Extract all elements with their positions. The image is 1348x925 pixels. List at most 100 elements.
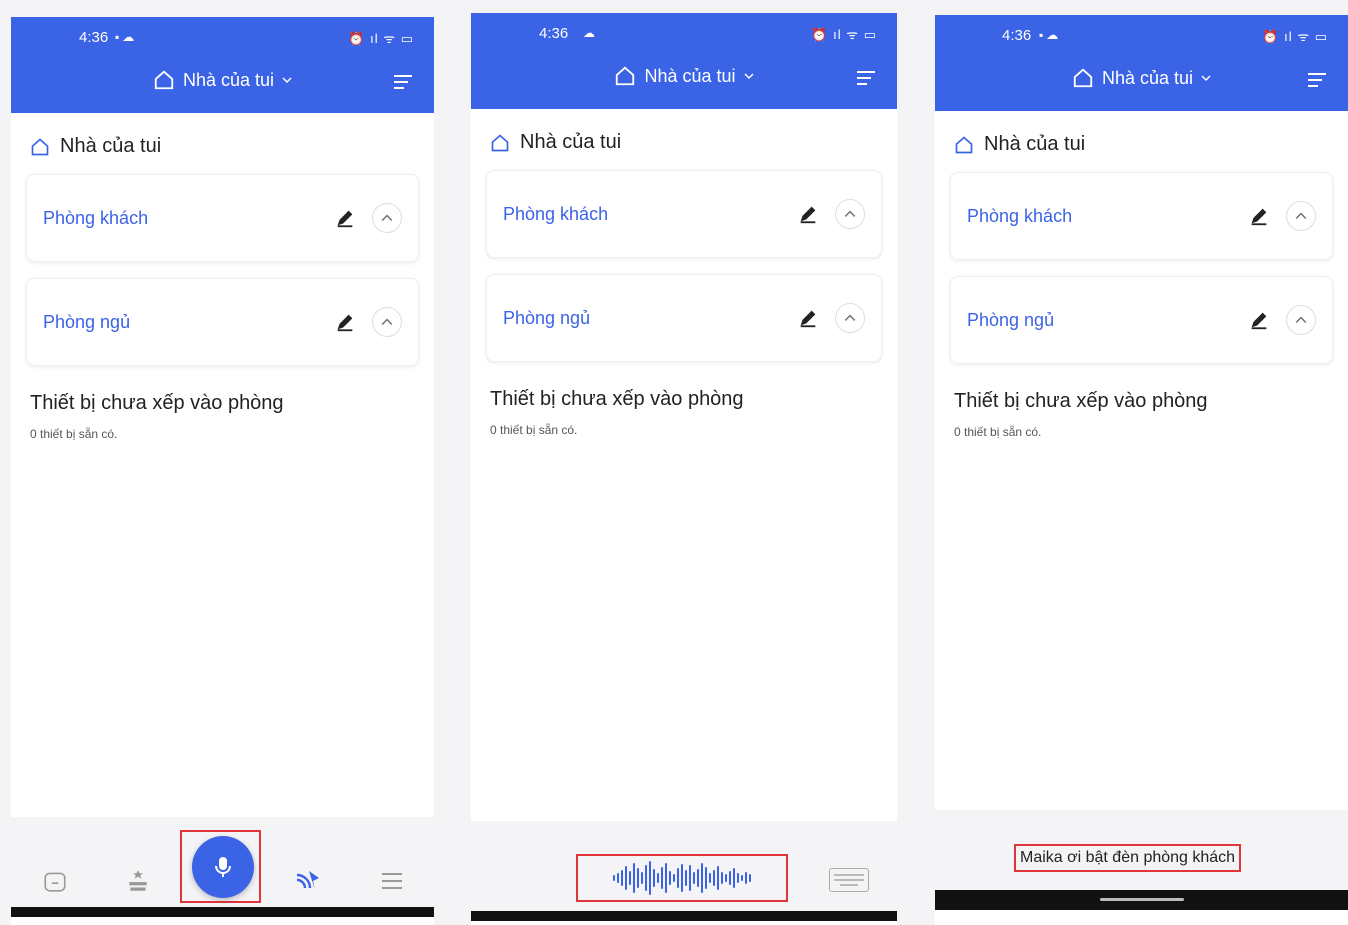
waveform-bar	[637, 868, 639, 888]
waveform-bar	[745, 872, 747, 884]
room-card[interactable]: Phòng ngủ	[26, 278, 419, 366]
system-icons: ⏰ ıl ᯤ ▭	[1262, 29, 1328, 44]
notification-icons: ▪☁	[115, 30, 138, 44]
waveform-bar	[653, 869, 655, 887]
home-selector[interactable]: Nhà của tui	[614, 65, 754, 87]
filter-menu-icon[interactable]	[1308, 69, 1326, 91]
collapse-button[interactable]	[835, 199, 865, 229]
edit-icon[interactable]	[797, 307, 819, 329]
room-name: Phòng ngủ	[967, 309, 1055, 330]
voice-assistant-button[interactable]	[192, 836, 254, 898]
room-card[interactable]: Phòng ngủ	[950, 276, 1333, 364]
home-icon	[491, 133, 509, 151]
home-selector[interactable]: Nhà của tui	[1072, 67, 1211, 89]
chevron-down-icon	[1201, 75, 1211, 82]
status-time: 4:36	[79, 29, 109, 46]
home-selector-label: Nhà của tui	[644, 65, 736, 86]
home-icon	[31, 137, 49, 155]
waveform-bar	[689, 865, 691, 891]
unassigned-devices-title: Thiết bị chưa xếp vào phòng	[490, 388, 744, 410]
waveform-bar	[629, 871, 631, 885]
collapse-button[interactable]	[835, 303, 865, 333]
edit-icon[interactable]	[334, 207, 356, 229]
waveform-bar	[661, 867, 663, 889]
waveform-bar	[749, 874, 751, 882]
unassigned-devices-title: Thiết bị chưa xếp vào phòng	[954, 390, 1208, 412]
status-time: 4:36	[539, 25, 569, 42]
waveform-bar	[665, 863, 667, 893]
system-nav-bar	[471, 911, 897, 921]
home-row: Nhà của tui	[30, 135, 419, 158]
screen-voice-idle: 4:36 ▪☁ ⏰ ıl ᯤ ▭ Nhà của tui Nhà của tui…	[11, 17, 434, 925]
app-header: 4:36 ▪☁ ⏰ ıl ᯤ ▭ Nhà của tui	[935, 15, 1348, 111]
room-card[interactable]: Phòng khách	[486, 170, 882, 258]
collapse-button[interactable]	[372, 307, 402, 337]
collapse-button[interactable]	[1286, 201, 1316, 231]
home-row: Nhà của tui	[490, 131, 882, 154]
room-name: Phòng ngủ	[43, 311, 131, 332]
chevron-down-icon	[282, 77, 292, 84]
app-header: 4:36 ▪☁ ⏰ ıl ᯤ ▭ Nhà của tui	[11, 17, 434, 113]
collapse-button[interactable]	[1286, 305, 1316, 335]
collapse-button[interactable]	[372, 203, 402, 233]
waveform-bar	[737, 873, 739, 883]
home-selector-label: Nhà của tui	[182, 69, 275, 90]
home-selector-label: Nhà của tui	[1101, 67, 1194, 88]
screen-voice-listening: 4:36 ☁ ⏰ ıl ᯤ ▭ Nhà của tui Nhà của tui …	[471, 13, 897, 925]
notification-icons: ▪☁	[1039, 28, 1062, 42]
room-name: Phòng khách	[503, 203, 609, 224]
waveform-bar	[713, 870, 715, 886]
voice-waveform	[576, 854, 788, 902]
tab-menu[interactable]	[376, 865, 408, 897]
filter-menu-icon[interactable]	[857, 67, 875, 89]
tab-automation[interactable]	[291, 865, 323, 897]
waveform-bar	[733, 868, 735, 888]
edit-icon[interactable]	[334, 311, 356, 333]
home-label: Nhà của tui	[984, 133, 1086, 155]
filter-menu-icon[interactable]	[394, 71, 412, 93]
status-bar: 4:36 ▪☁ ⏰ ıl ᯤ ▭	[935, 27, 1348, 47]
keyboard-icon[interactable]	[829, 868, 869, 892]
edit-icon[interactable]	[1248, 309, 1270, 331]
mic-highlight	[180, 830, 261, 903]
waveform-bar	[633, 863, 635, 893]
home-icon	[154, 70, 174, 90]
waveform-bar	[701, 863, 703, 893]
gesture-handle	[1099, 898, 1184, 901]
waveform-bar	[657, 873, 659, 883]
tab-scenes[interactable]	[122, 865, 154, 897]
edit-icon[interactable]	[1248, 205, 1270, 227]
home-selector[interactable]: Nhà của tui	[153, 69, 292, 91]
room-card[interactable]: Phòng khách	[26, 174, 419, 262]
chevron-up-icon	[844, 314, 856, 321]
waveform-bar	[709, 873, 711, 883]
unassigned-devices-count: 0 thiết bị sẵn có.	[490, 423, 578, 437]
home-icon	[616, 66, 635, 86]
home-tab-icon	[44, 872, 66, 892]
room-name: Phòng ngủ	[503, 307, 591, 328]
chevron-down-icon	[744, 73, 754, 80]
room-card[interactable]: Phòng khách	[950, 172, 1333, 260]
home-label: Nhà của tui	[60, 135, 162, 157]
tab-home[interactable]	[39, 865, 71, 897]
waveform-bar	[729, 871, 731, 885]
screen-voice-transcript: 4:36 ▪☁ ⏰ ıl ᯤ ▭ Nhà của tui Nhà của tui…	[935, 15, 1348, 925]
automation-icon	[296, 871, 319, 890]
app-header: 4:36 ☁ ⏰ ıl ᯤ ▭ Nhà của tui	[471, 13, 897, 109]
waveform-bar	[705, 867, 707, 889]
unassigned-devices-title: Thiết bị chưa xếp vào phòng	[30, 392, 284, 414]
waveform-bar	[673, 874, 675, 882]
hamburger-icon	[382, 873, 402, 889]
edit-icon[interactable]	[797, 203, 819, 225]
main-content: Nhà của tui Phòng khách Phòng ngủ Thiết …	[471, 131, 897, 437]
status-time: 4:36	[1002, 27, 1032, 44]
waveform-bar	[685, 870, 687, 886]
home-row: Nhà của tui	[954, 133, 1333, 156]
status-bar: 4:36 ▪☁ ⏰ ıl ᯤ ▭	[11, 29, 434, 49]
chevron-up-icon	[844, 210, 856, 217]
room-card[interactable]: Phòng ngủ	[486, 274, 882, 362]
waveform-bar	[697, 869, 699, 887]
system-icons: ⏰ ıl ᯤ ▭	[811, 27, 877, 42]
waveform-bar	[641, 872, 643, 884]
chevron-up-icon	[381, 318, 393, 325]
